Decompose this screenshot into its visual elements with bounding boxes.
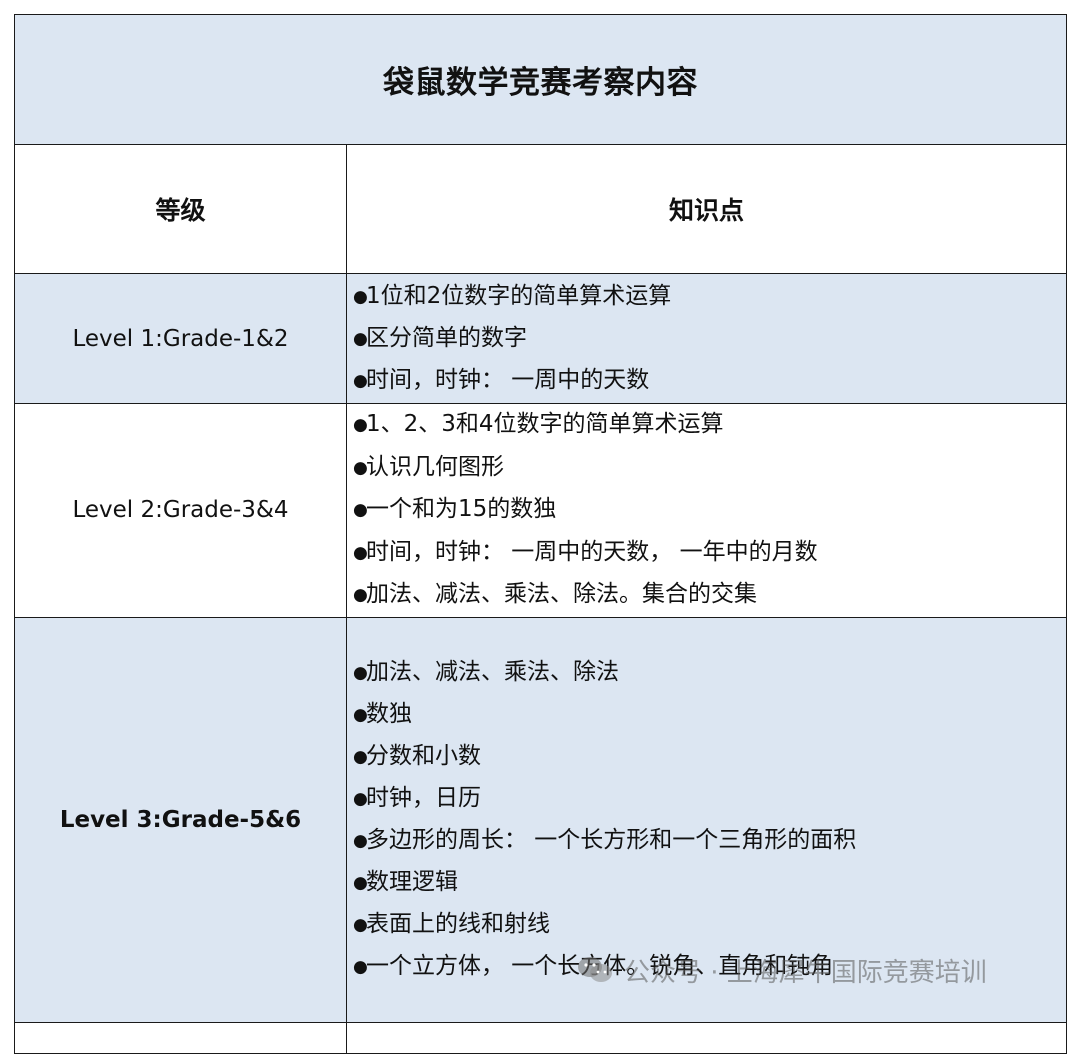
- watermark: 公众号 · 上海犀牛国际竞赛培训: [576, 948, 987, 992]
- point-text: 加法、减法、乘法、除法: [366, 658, 619, 685]
- point-text: 数理逻辑: [366, 868, 458, 895]
- point-text: 1位和2位数字的简单算术运算: [366, 282, 672, 309]
- bullet-icon: ●: [353, 830, 368, 851]
- points-cell: ●1位和2位数字的简单算术运算 ●区分简单的数字 ●时间，时钟： 一周中的天数: [346, 273, 1067, 404]
- watermark-text: 公众号 · 上海犀牛国际竞赛培训: [624, 957, 987, 988]
- bullet-icon: ●: [353, 914, 368, 935]
- document-page: 袋鼠数学竞赛考察内容 等级 知识点 Level 1:Grade-1&2 ●1位和…: [0, 0, 1080, 1054]
- table-row: Level 1:Grade-1&2 ●1位和2位数字的简单算术运算 ●区分简单的…: [14, 273, 1067, 404]
- bullet-icon: ●: [353, 415, 368, 435]
- list-item: ●1位和2位数字的简单算术运算: [353, 276, 1066, 318]
- knowledge-table: 袋鼠数学竞赛考察内容 等级 知识点 Level 1:Grade-1&2 ●1位和…: [14, 14, 1067, 1054]
- points-list: ●加法、减法、乘法、除法 ●数独 ●分数和小数 ●时钟，日历 ●多边形的周长： …: [353, 652, 1066, 988]
- list-item: ●多边形的周长： 一个长方形和一个三角形的面积: [353, 820, 1066, 862]
- points-list: ●1、2、3和4位数字的简单算术运算 ●认识几何图形 ●一个和为15的数独 ●时…: [353, 404, 1066, 617]
- point-text: 分数和小数: [366, 742, 481, 769]
- bullet-icon: ●: [353, 662, 368, 683]
- table-row: Level 2:Grade-3&4 ●1、2、3和4位数字的简单算术运算 ●认识…: [14, 403, 1067, 618]
- list-item: ●区分简单的数字: [353, 318, 1066, 360]
- empty-cell: [14, 1021, 347, 1054]
- list-item: ●分数和小数: [353, 736, 1066, 778]
- list-item: ●加法、减法、乘法、除法。集合的交集: [353, 574, 1066, 617]
- list-item: ●时间，时钟： 一周中的天数， 一年中的月数: [353, 532, 1066, 575]
- point-text: 区分简单的数字: [366, 324, 527, 351]
- list-item: ●表面上的线和射线: [353, 904, 1066, 946]
- list-item: ●认识几何图形: [353, 447, 1066, 490]
- point-text: 表面上的线和射线: [366, 910, 550, 937]
- bullet-icon: ●: [353, 746, 368, 767]
- list-item: ●加法、减法、乘法、除法: [353, 652, 1066, 694]
- point-text: 时间，时钟： 一周中的天数: [366, 366, 650, 393]
- header-level: 等级: [14, 144, 347, 274]
- list-item: ●数理逻辑: [353, 862, 1066, 904]
- bullet-icon: ●: [353, 585, 368, 605]
- point-text: 时间，时钟： 一周中的天数， 一年中的月数: [366, 538, 818, 565]
- level-cell: Level 3:Grade-5&6: [14, 616, 347, 1023]
- bullet-icon: ●: [353, 286, 368, 307]
- list-item: ●数独: [353, 694, 1066, 736]
- bullet-icon: ●: [353, 872, 368, 893]
- list-item: ●1、2、3和4位数字的简单算术运算: [353, 404, 1066, 447]
- point-text: 加法、减法、乘法、除法。集合的交集: [366, 581, 757, 607]
- title-row: 袋鼠数学竞赛考察内容: [14, 14, 1067, 145]
- bullet-icon: ●: [353, 788, 368, 809]
- point-text: 1、2、3和4位数字的简单算术运算: [366, 411, 724, 437]
- empty-cell: [346, 1021, 1067, 1054]
- list-item: ●时间，时钟： 一周中的天数: [353, 360, 1066, 402]
- level-cell: Level 2:Grade-3&4: [14, 403, 347, 618]
- point-text: 数独: [366, 700, 412, 727]
- bullet-icon: ●: [353, 500, 368, 520]
- point-text: 多边形的周长： 一个长方形和一个三角形的面积: [366, 826, 857, 853]
- bullet-icon: ●: [353, 370, 368, 391]
- table-title: 袋鼠数学竞赛考察内容: [14, 14, 1067, 145]
- header-points: 知识点: [346, 144, 1067, 274]
- point-text: 时钟，日历: [366, 784, 481, 811]
- bullet-icon: ●: [353, 704, 368, 725]
- table-row: [14, 1021, 1067, 1054]
- list-item: ●时钟，日历: [353, 778, 1066, 820]
- bullet-icon: ●: [353, 542, 368, 563]
- wechat-icon: [576, 955, 614, 985]
- level-cell: Level 1:Grade-1&2: [14, 273, 347, 404]
- bullet-icon: ●: [353, 328, 368, 349]
- points-list: ●1位和2位数字的简单算术运算 ●区分简单的数字 ●时间，时钟： 一周中的天数: [353, 276, 1066, 402]
- bullet-icon: ●: [353, 956, 368, 977]
- header-row: 等级 知识点: [14, 144, 1067, 274]
- list-item: ●一个和为15的数独: [353, 489, 1066, 532]
- bullet-icon: ●: [353, 457, 368, 478]
- point-text: 一个和为15的数独: [366, 496, 557, 522]
- points-cell: ●1、2、3和4位数字的简单算术运算 ●认识几何图形 ●一个和为15的数独 ●时…: [346, 403, 1067, 618]
- point-text: 认识几何图形: [366, 453, 504, 480]
